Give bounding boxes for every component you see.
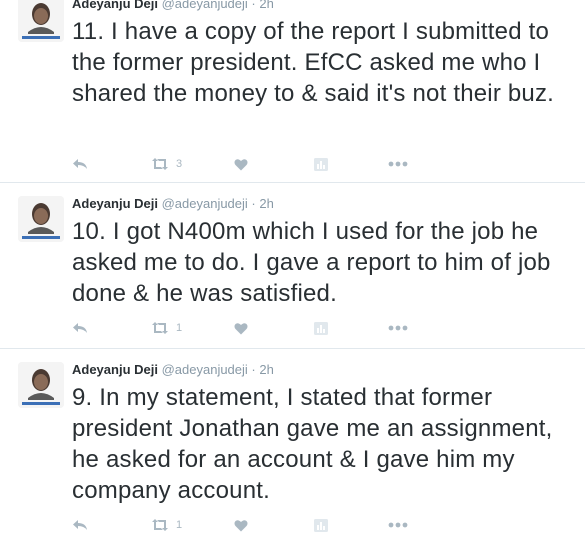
like-button[interactable] [234, 519, 314, 532]
timestamp[interactable]: 2h [259, 362, 273, 377]
tweet-header: Adeyanju Deji @adeyanjudeji · 2h [72, 362, 575, 378]
more-icon [388, 325, 408, 331]
tweet-text: 9. In my statement, I stated that former… [72, 384, 553, 504]
retweet-button[interactable]: 3 [150, 157, 234, 171]
separator: · [251, 196, 256, 211]
reply-icon [73, 520, 87, 530]
tweet[interactable]: Adeyanju Deji @adeyanjudeji · 2h 11. I h… [0, 0, 585, 183]
retweet-icon [152, 322, 168, 334]
heart-icon [234, 322, 248, 334]
analytics-icon [314, 518, 328, 532]
like-button[interactable] [234, 158, 314, 171]
reply-button[interactable] [72, 321, 150, 335]
analytics-button[interactable] [314, 157, 388, 171]
tweet-actions: 1 [72, 318, 408, 338]
author-name[interactable]: Adeyanju Deji [72, 362, 158, 377]
separator: · [251, 362, 256, 377]
author-name[interactable]: Adeyanju Deji [72, 196, 158, 211]
separator: · [251, 0, 256, 11]
analytics-button[interactable] [314, 518, 388, 532]
timestamp[interactable]: 2h [259, 196, 273, 211]
more-button[interactable] [388, 522, 408, 528]
author-handle[interactable]: @adeyanjudeji [162, 362, 248, 377]
tweet-header: Adeyanju Deji @adeyanjudeji · 2h [72, 196, 575, 212]
analytics-button[interactable] [314, 321, 388, 335]
heart-icon [234, 158, 248, 170]
tweet-text: 11. I have a copy of the report I submit… [72, 18, 555, 107]
avatar[interactable] [18, 0, 64, 42]
analytics-icon [314, 157, 328, 171]
analytics-icon [314, 321, 328, 335]
retweet-count: 1 [176, 322, 183, 334]
retweet-count: 1 [176, 519, 183, 531]
tweet-header: Adeyanju Deji @adeyanjudeji · 2h [72, 0, 575, 12]
tweet-text: 10. I got N400m which I used for the job… [72, 218, 551, 307]
reply-icon [73, 323, 87, 333]
author-handle[interactable]: @adeyanjudeji [162, 0, 248, 11]
more-button[interactable] [388, 325, 408, 331]
retweet-count: 3 [176, 158, 183, 170]
tweet[interactable]: Adeyanju Deji @adeyanjudeji · 2h 10. I g… [0, 183, 585, 349]
author-handle[interactable]: @adeyanjudeji [162, 196, 248, 211]
tweet-actions: 3 [72, 154, 408, 174]
author-name[interactable]: Adeyanju Deji [72, 0, 158, 11]
tweet-actions: 1 [72, 515, 408, 535]
heart-icon [234, 519, 248, 531]
retweet-icon [152, 158, 168, 170]
retweet-button[interactable]: 1 [150, 321, 234, 335]
reply-button[interactable] [72, 157, 150, 171]
timestamp[interactable]: 2h [259, 0, 273, 11]
reply-button[interactable] [72, 518, 150, 532]
reply-icon [73, 159, 87, 169]
avatar[interactable] [18, 362, 64, 408]
retweet-icon [152, 519, 168, 531]
more-button[interactable] [388, 161, 408, 167]
retweet-button[interactable]: 1 [150, 518, 234, 532]
more-icon [388, 522, 408, 528]
like-button[interactable] [234, 322, 314, 335]
more-icon [388, 161, 408, 167]
avatar[interactable] [18, 196, 64, 242]
tweet-timeline: Adeyanju Deji @adeyanjudeji · 2h 11. I h… [0, 0, 585, 546]
tweet[interactable]: Adeyanju Deji @adeyanjudeji · 2h 9. In m… [0, 349, 585, 546]
